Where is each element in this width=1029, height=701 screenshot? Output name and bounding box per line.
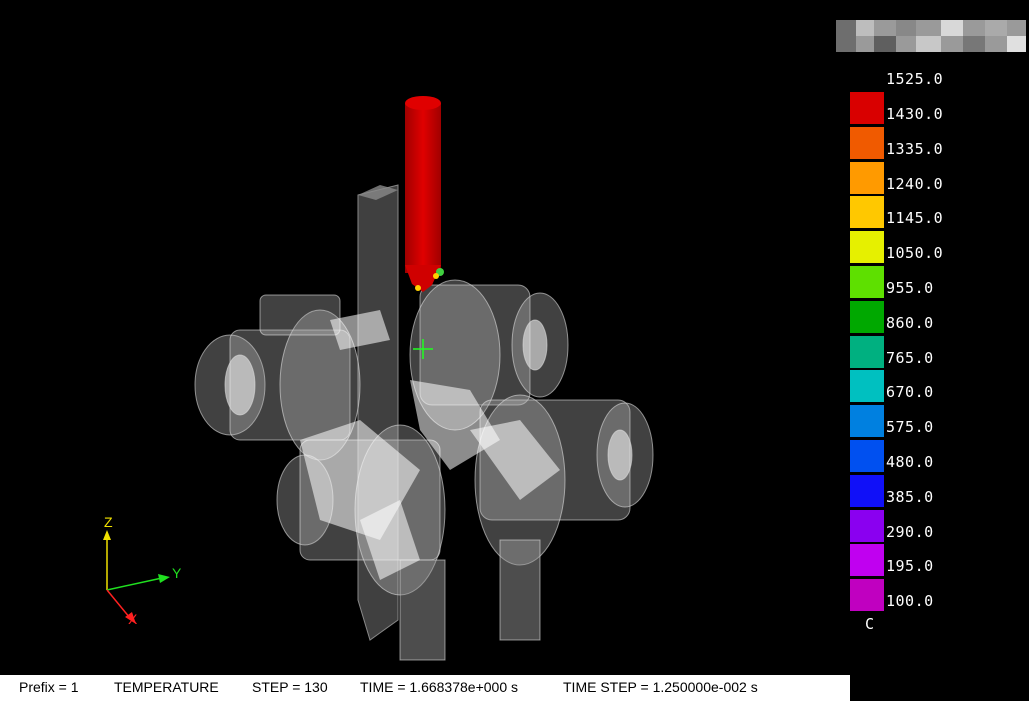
legend-value-label: 1050.0 bbox=[886, 244, 944, 263]
legend-swatch bbox=[850, 92, 884, 124]
legend-swatch bbox=[850, 266, 884, 298]
status-time-step: TIME STEP = 1.250000e-002 s bbox=[563, 679, 758, 695]
status-time: TIME = 1.668378e+000 s bbox=[360, 679, 518, 695]
legend-swatch bbox=[850, 335, 884, 368]
status-prefix: Prefix = 1 bbox=[19, 679, 79, 695]
legend-unit-label: C bbox=[865, 615, 875, 633]
legend-max-label: 1525.0 bbox=[886, 70, 944, 88]
axis-triad-icon: Z Y X bbox=[103, 514, 182, 627]
status-field: TEMPERATURE bbox=[114, 679, 219, 695]
legend-swatch bbox=[850, 474, 884, 507]
legend-swatch bbox=[850, 370, 884, 403]
pouring-cup bbox=[405, 96, 444, 292]
legend-value-label: 290.0 bbox=[886, 522, 934, 541]
3d-viewport[interactable]: Z Y X bbox=[0, 0, 850, 675]
status-step: STEP = 130 bbox=[252, 679, 328, 695]
legend-value-label: 1335.0 bbox=[886, 139, 944, 158]
obscured-header-block bbox=[836, 8, 1026, 63]
legend-swatch bbox=[850, 509, 884, 542]
legend-swatch bbox=[850, 579, 884, 612]
legend-value-label: 195.0 bbox=[886, 557, 934, 576]
legend-value-label: 575.0 bbox=[886, 418, 934, 437]
status-bar: Prefix = 1 TEMPERATURE STEP = 130 TIME =… bbox=[0, 675, 850, 701]
legend-swatch bbox=[850, 196, 884, 229]
legend-swatch bbox=[850, 231, 884, 264]
legend-value-label: 385.0 bbox=[886, 487, 934, 506]
legend-value-label: 1430.0 bbox=[886, 105, 944, 123]
legend-value-label: 480.0 bbox=[886, 453, 934, 471]
legend-swatch bbox=[850, 544, 884, 577]
casting-model: Z Y X bbox=[103, 96, 654, 661]
legend-value-label: 955.0 bbox=[886, 279, 934, 297]
legend-value-label: 860.0 bbox=[886, 313, 934, 332]
x-axis-label: X bbox=[128, 611, 138, 627]
legend-swatch bbox=[850, 300, 884, 333]
legend-value-label: 1145.0 bbox=[886, 209, 944, 228]
legend-swatch bbox=[850, 405, 884, 438]
legend-value-label: 1240.0 bbox=[886, 174, 944, 193]
y-axis-label: Y bbox=[172, 565, 182, 581]
legend-value-label: 100.0 bbox=[886, 592, 934, 611]
legend-value-label: 765.0 bbox=[886, 348, 934, 367]
legend-value-label: 670.0 bbox=[886, 383, 934, 402]
legend-swatch bbox=[850, 440, 884, 472]
legend-swatch bbox=[850, 161, 884, 194]
z-axis-label: Z bbox=[104, 514, 113, 530]
legend-swatch bbox=[850, 126, 884, 159]
